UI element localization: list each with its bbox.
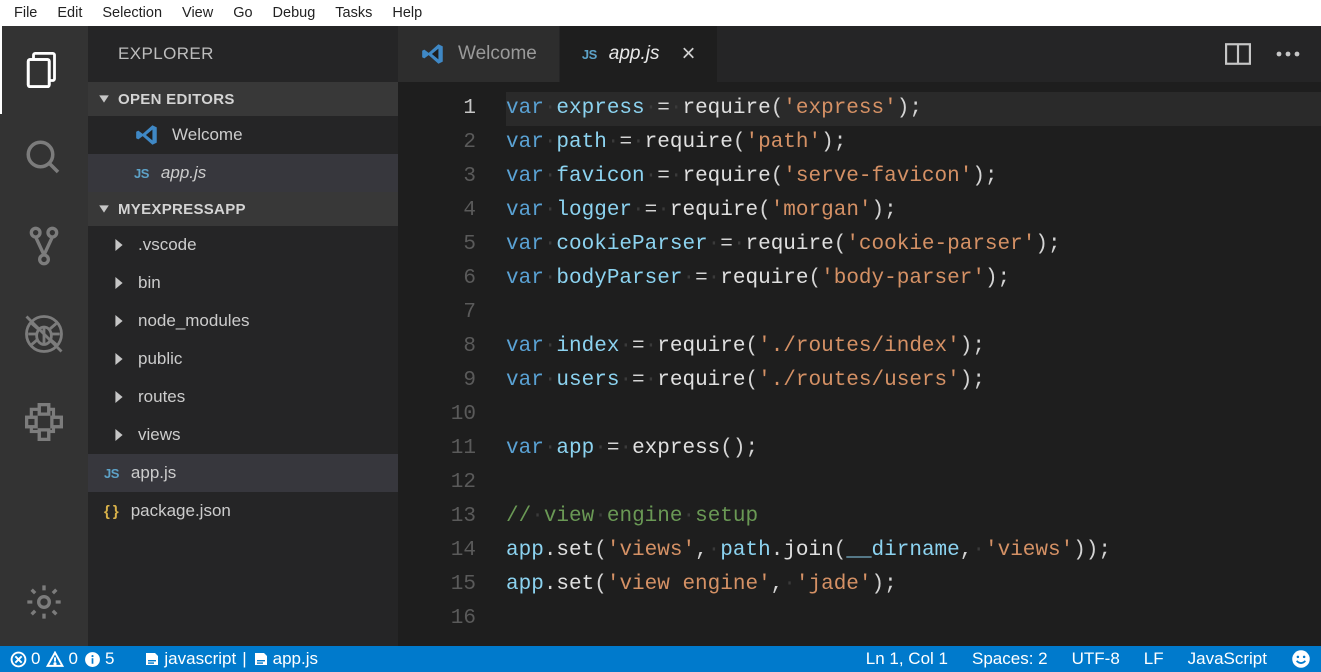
status-errors[interactable]: 0	[10, 649, 40, 669]
chevron-right-icon	[114, 239, 126, 251]
explorer-icon[interactable]	[0, 26, 88, 114]
tab-label: app.js	[609, 43, 660, 65]
open-editors-header[interactable]: OPEN EDITORS	[88, 82, 398, 116]
tab-label: Welcome	[458, 43, 537, 65]
folder-item[interactable]: routes	[88, 378, 398, 416]
status-feedback-icon[interactable]	[1291, 649, 1311, 669]
status-bar: 0 0 5 javascript | app.js Ln 1, Col 1 Sp…	[0, 646, 1321, 672]
js-file-icon: JS	[104, 463, 119, 483]
open-editors-label: OPEN EDITORS	[118, 91, 235, 108]
status-eol[interactable]: LF	[1144, 649, 1164, 669]
folder-label: routes	[138, 387, 185, 407]
main-area: EXPLORER OPEN EDITORS Welcome JS app.js MY…	[0, 26, 1321, 646]
menu-edit[interactable]: Edit	[47, 3, 92, 23]
tabs-bar: Welcome JS app.js ×	[398, 26, 1321, 82]
chevron-right-icon	[114, 277, 126, 289]
gutter: 12345678910111213141516	[398, 82, 506, 646]
project-header[interactable]: MYEXPRESSAPP	[88, 192, 398, 226]
extensions-icon[interactable]	[0, 378, 88, 466]
folder-label: node_modules	[138, 311, 250, 331]
editor: Welcome JS app.js × 12345678910111213141516…	[398, 26, 1321, 646]
code-area[interactable]: 12345678910111213141516 var·express·=·re…	[398, 82, 1321, 646]
status-cursor[interactable]: Ln 1, Col 1	[866, 649, 948, 669]
search-icon[interactable]	[0, 114, 88, 202]
editor-actions	[1225, 26, 1321, 82]
json-file-icon: { }	[104, 501, 119, 521]
debug-icon[interactable]	[0, 290, 88, 378]
status-warnings[interactable]: 0	[46, 649, 77, 669]
menu-file[interactable]: File	[4, 3, 47, 23]
chevron-right-icon	[114, 353, 126, 365]
project-label: MYEXPRESSAPP	[118, 201, 246, 218]
menu-tasks[interactable]: Tasks	[325, 3, 382, 23]
open-editor-label: app.js	[161, 163, 206, 183]
chevron-right-icon	[114, 429, 126, 441]
chevron-down-icon	[98, 203, 110, 215]
open-editor-item[interactable]: Welcome	[88, 116, 398, 154]
file-label: app.js	[131, 463, 176, 483]
folder-item[interactable]: node_modules	[88, 302, 398, 340]
menu-help[interactable]: Help	[382, 3, 432, 23]
file-item[interactable]: { } package.json	[88, 492, 398, 530]
folder-label: bin	[138, 273, 161, 293]
project-tree: .vscode bin node_modulespublic routes views J…	[88, 226, 398, 530]
js-file-icon: JS	[134, 163, 149, 183]
status-encoding[interactable]: UTF-8	[1072, 649, 1120, 669]
vscode-icon	[420, 41, 446, 67]
folder-label: .vscode	[138, 235, 197, 255]
code-lines: var·express·=·require('express');var·pat…	[506, 82, 1321, 646]
sidebar-title: EXPLORER	[88, 26, 398, 82]
chevron-right-icon	[114, 391, 126, 403]
menu-go[interactable]: Go	[223, 3, 262, 23]
status-language[interactable]: JavaScript	[1188, 649, 1267, 669]
editor-tab[interactable]: Welcome	[398, 26, 560, 82]
folder-item[interactable]: .vscode	[88, 226, 398, 264]
source-control-icon[interactable]	[0, 202, 88, 290]
status-spaces[interactable]: Spaces: 2	[972, 649, 1048, 669]
file-item[interactable]: JS app.js	[88, 454, 398, 492]
settings-gear-icon[interactable]	[0, 558, 88, 646]
open-editor-label: Welcome	[172, 125, 243, 145]
folder-label: views	[138, 425, 181, 445]
menu-selection[interactable]: Selection	[92, 3, 172, 23]
chevron-right-icon	[114, 315, 126, 327]
chevron-down-icon	[98, 93, 110, 105]
split-editor-icon[interactable]	[1225, 43, 1251, 65]
status-info[interactable]: 5	[84, 649, 114, 669]
folder-item[interactable]: bin	[88, 264, 398, 302]
explorer-sidebar: EXPLORER OPEN EDITORS Welcome JS app.js MY…	[88, 26, 398, 646]
menu-view[interactable]: View	[172, 3, 223, 23]
folder-item[interactable]: public	[88, 340, 398, 378]
js-file-icon: JS	[582, 43, 597, 65]
folder-item[interactable]: views	[88, 416, 398, 454]
menu-debug[interactable]: Debug	[263, 3, 326, 23]
vscode-icon	[134, 122, 160, 148]
open-editor-item[interactable]: JS app.js	[88, 154, 398, 192]
editor-tab[interactable]: JS app.js ×	[560, 26, 719, 82]
folder-label: public	[138, 349, 182, 369]
menubar: FileEditSelectionViewGoDebugTasksHelp	[0, 0, 1321, 26]
more-actions-icon[interactable]	[1275, 49, 1301, 59]
activity-bar	[0, 26, 88, 646]
open-editors-list: Welcome JS app.js	[88, 116, 398, 192]
close-icon[interactable]: ×	[681, 40, 695, 68]
file-label: package.json	[131, 501, 231, 521]
status-scope[interactable]: javascript | app.js	[144, 649, 318, 669]
